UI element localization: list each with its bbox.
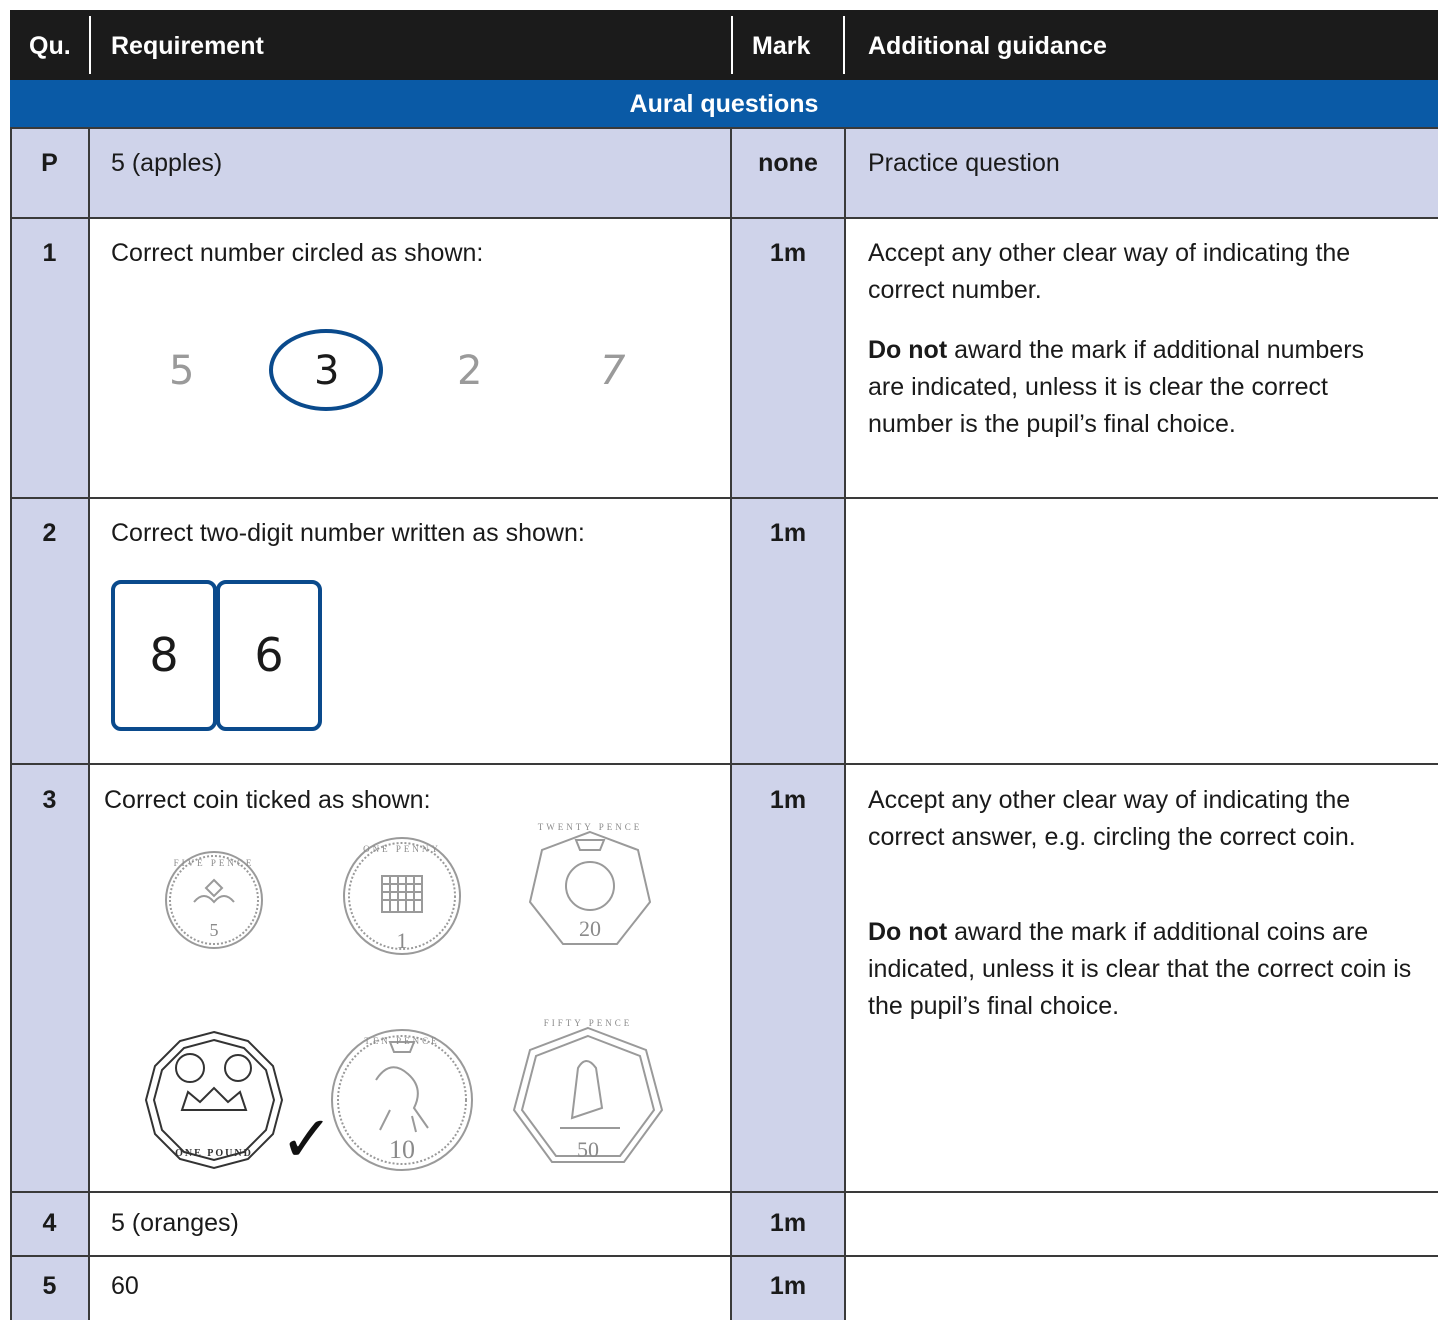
- header-divider: [843, 16, 845, 74]
- fifty-pence-value: 50: [577, 1137, 599, 1162]
- row-5-requirement: 60: [111, 1272, 139, 1300]
- five-pence-value: 5: [210, 920, 219, 940]
- row-1-guidance-2: Do not award the mark if additional numb…: [868, 332, 1388, 443]
- row-2-mark: 1m: [769, 519, 807, 547]
- row-3-guidance-1: Accept any other clear way of indicating…: [868, 786, 1356, 851]
- row-4-requirement: 5 (oranges): [111, 1209, 239, 1237]
- row-3-qu: 3: [42, 786, 57, 814]
- one-penny-value: 1: [397, 928, 408, 953]
- do-not-emphasis: Do not: [868, 336, 948, 364]
- ten-pence-legend: TEN PENCE: [364, 1036, 439, 1046]
- row-p-guidance: Practice question: [868, 149, 1060, 177]
- header-divider: [89, 16, 91, 74]
- row-1-mark: 1m: [769, 239, 807, 267]
- qu-column-bg: [10, 218, 89, 1320]
- number-3: 3: [314, 348, 340, 394]
- twenty-pence-value: 20: [579, 916, 601, 941]
- header-requirement: Requirement: [111, 32, 264, 60]
- practice-row-bg: [10, 128, 1438, 218]
- number-2: 2: [457, 348, 483, 394]
- row-2-qu: 2: [42, 519, 57, 547]
- header-mark: Mark: [752, 32, 811, 60]
- header-guidance: Additional guidance: [868, 32, 1107, 60]
- row-2-requirement: Correct two-digit number written as show…: [111, 519, 585, 547]
- digit-6: 6: [254, 628, 284, 682]
- row-4-qu: 4: [42, 1209, 57, 1237]
- row-p-requirement: 5 (apples): [111, 149, 223, 177]
- row-3-guidance-2-text: award the mark if additional coins are i…: [868, 918, 1412, 1020]
- header-qu: Qu.: [29, 32, 71, 60]
- five-pence-legend: FIVE PENCE: [174, 858, 255, 868]
- twenty-pence-legend: TWENTY PENCE: [538, 822, 642, 832]
- row-3-mark: 1m: [769, 786, 807, 814]
- one-pound-legend: ONE POUND: [175, 1148, 253, 1159]
- section-title: Aural questions: [629, 90, 819, 118]
- row-1-requirement: Correct number circled as shown:: [111, 239, 484, 267]
- number-7: 7: [600, 348, 626, 394]
- digit-8: 8: [149, 628, 179, 682]
- one-penny-legend: ONE PENNY: [363, 844, 441, 854]
- header-divider: [731, 16, 733, 74]
- row-1-qu: 1: [42, 239, 57, 267]
- tick-mark: ✓: [280, 1103, 334, 1177]
- row-5-qu: 5: [42, 1272, 57, 1300]
- digit-box-tens: 8: [111, 580, 217, 731]
- mark-column-bg: [731, 218, 845, 1320]
- coins-illustration: 5 1 20 10 50 FIVE PENCE ONE PENNY TWENTY…: [144, 822, 664, 1171]
- do-not-emphasis: Do not: [868, 918, 948, 946]
- row-4-mark: 1m: [769, 1209, 807, 1237]
- section-bar: Aural questions: [10, 80, 1438, 128]
- fifty-pence-legend: FIFTY PENCE: [544, 1018, 632, 1028]
- table-header: Qu. Requirement Mark Additional guidance: [10, 10, 1438, 80]
- row-p-qu: P: [41, 149, 58, 177]
- ten-pence-value: 10: [389, 1135, 415, 1164]
- digit-box-units: 6: [216, 580, 322, 731]
- row-1-guidance-1: Accept any other clear way of indicating…: [868, 239, 1351, 304]
- row-5-mark: 1m: [769, 1272, 807, 1300]
- number-5: 5: [169, 348, 195, 394]
- row-3-guidance-2: Do not award the mark if additional coin…: [868, 914, 1428, 1025]
- row-p-mark: none: [758, 149, 818, 177]
